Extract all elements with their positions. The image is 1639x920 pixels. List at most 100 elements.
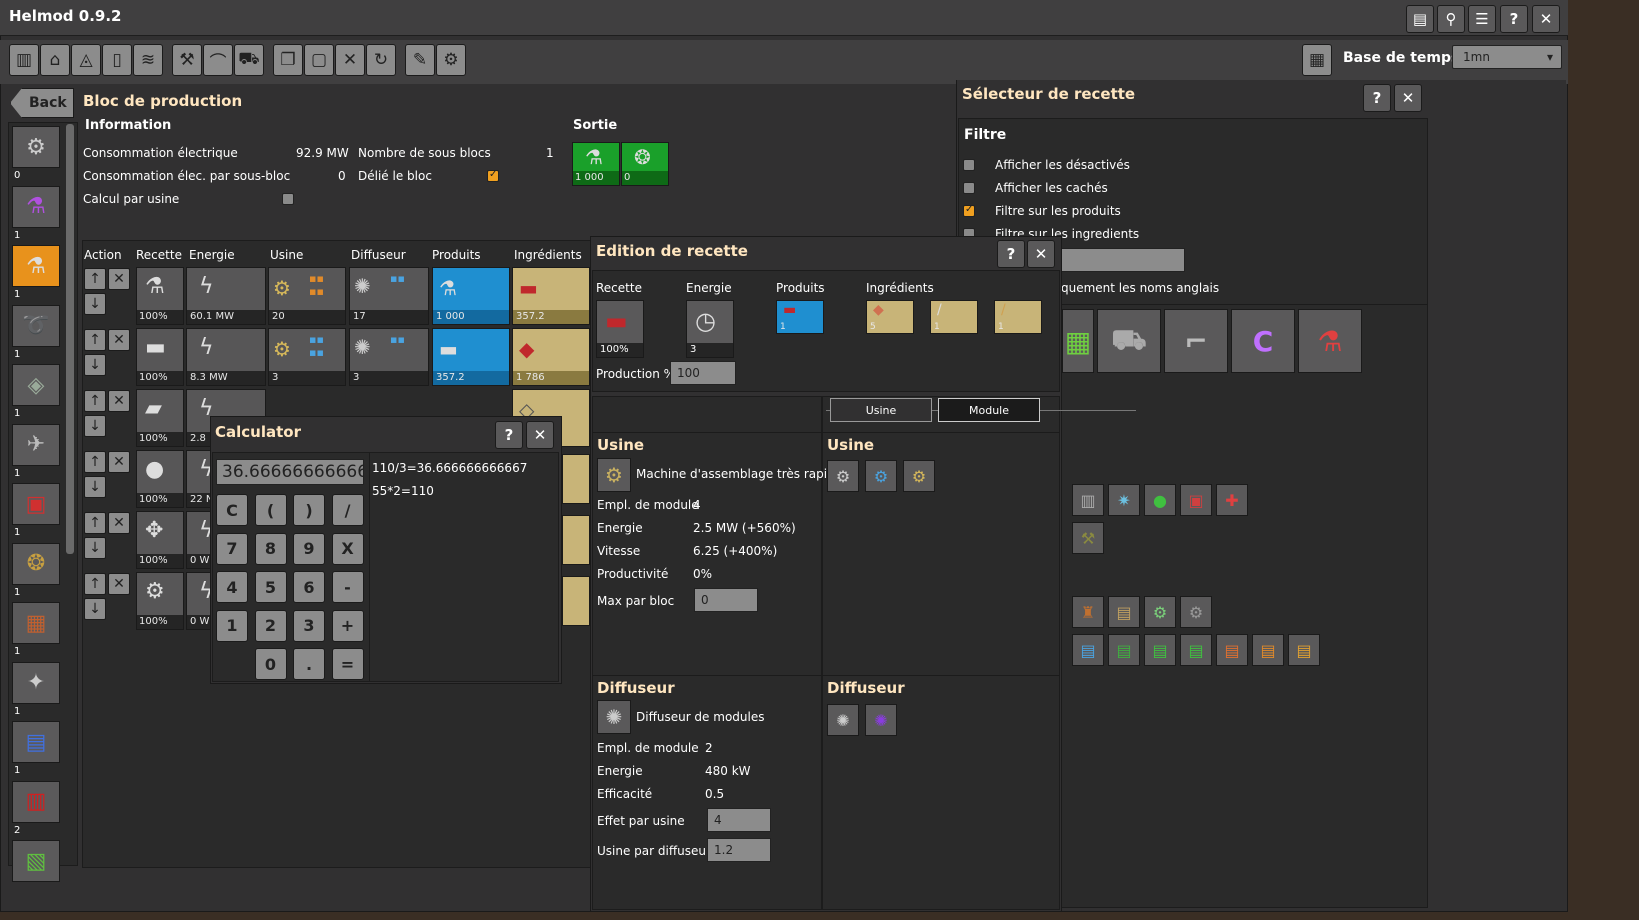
- recipe-slot[interactable]: ▬ 100%: [596, 300, 644, 358]
- chart-icon[interactable]: ▥: [9, 44, 39, 76]
- gray-gear-icon[interactable]: ⚙: [1180, 596, 1212, 628]
- sidebar-item-drone-icon[interactable]: ✦: [12, 661, 60, 704]
- row-product-cell[interactable]: ⚗ 1 000: [432, 267, 510, 325]
- row-ingredient-cell[interactable]: [562, 576, 590, 626]
- move-down-button[interactable]: ↓: [84, 354, 106, 376]
- sidebar-item-red-item-icon[interactable]: ▣: [12, 483, 60, 525]
- chest-icon[interactable]: ▤: [1108, 596, 1140, 628]
- calc-key[interactable]: .: [293, 648, 325, 680]
- window-settings-icon[interactable]: ▤: [1406, 5, 1434, 33]
- sidebar-item-green-circuit-icon[interactable]: ▧: [12, 840, 60, 882]
- filter-icon[interactable]: ⚲: [1437, 5, 1465, 33]
- calculator-close-icon[interactable]: ✕: [526, 421, 554, 449]
- remove-row-button[interactable]: ✕: [108, 573, 130, 595]
- calc-key[interactable]: =: [331, 648, 364, 680]
- calc-key[interactable]: +: [331, 609, 364, 642]
- sidebar-item-flask-active-icon[interactable]: ⚗: [12, 245, 60, 287]
- row-recipe-cell[interactable]: ⚗ 100%: [136, 267, 184, 325]
- row-ingredient-cell[interactable]: [562, 454, 590, 504]
- calc-key[interactable]: 0: [254, 648, 287, 680]
- sidebar-item-furnace-icon[interactable]: ▦: [12, 602, 60, 644]
- beacon-purple-icon[interactable]: ✺: [865, 704, 897, 736]
- sidebar-scrollbar[interactable]: [66, 124, 74, 554]
- document-icon[interactable]: ▯: [102, 44, 132, 76]
- row-beacon-cell[interactable]: ✺ ▪▪ 17: [349, 267, 429, 325]
- grid-icon[interactable]: ▥: [1072, 484, 1104, 516]
- refresh-icon[interactable]: ↻: [366, 44, 396, 76]
- filter-search-input[interactable]: [1060, 248, 1185, 272]
- move-up-button[interactable]: ↑: [84, 268, 106, 290]
- remove-row-button[interactable]: ✕: [108, 512, 130, 534]
- row-recipe-cell[interactable]: ▬ 100%: [136, 328, 184, 386]
- assembler-1-icon[interactable]: ⚙: [827, 460, 859, 492]
- delete-icon[interactable]: ✕: [335, 44, 365, 76]
- calc-key[interactable]: ): [293, 494, 325, 526]
- calc-key[interactable]: 5: [254, 571, 287, 603]
- sidebar-item-module-icon[interactable]: ◈: [12, 364, 60, 406]
- science-flasks-icon[interactable]: ⚗: [1298, 309, 1362, 373]
- factory-per-beacon-input[interactable]: 1.2: [707, 838, 771, 862]
- row-recipe-cell[interactable]: ✥ 100%: [136, 511, 184, 569]
- calc-key[interactable]: X: [331, 532, 364, 565]
- recipe-icon[interactable]: ◬: [71, 44, 101, 76]
- calc-key[interactable]: 2: [254, 609, 287, 642]
- blue-belt-icon[interactable]: ▤: [1072, 634, 1104, 666]
- graph-icon[interactable]: ≋: [133, 44, 163, 76]
- assembler-2-icon[interactable]: ⚙: [865, 460, 897, 492]
- output-slot[interactable]: ⚗ 1 000: [572, 142, 620, 186]
- ingredient-slot[interactable]: /1: [930, 300, 978, 334]
- calc-key[interactable]: 4: [216, 571, 248, 603]
- list-settings-icon[interactable]: ☰: [1468, 5, 1496, 33]
- move-up-button[interactable]: ↑: [84, 329, 106, 351]
- recipe-selector-close-icon[interactable]: ✕: [1394, 84, 1422, 112]
- row-ingredient-cell[interactable]: ▬ 357.2: [512, 267, 590, 325]
- filter-checkbox[interactable]: [963, 204, 975, 217]
- tab-usine[interactable]: Usine: [830, 398, 932, 422]
- factory-icon[interactable]: ⌂: [40, 44, 70, 76]
- red-furnace-icon[interactable]: ▣: [1180, 484, 1212, 516]
- copy-icon[interactable]: ❐: [273, 44, 303, 76]
- calc-key[interactable]: C: [216, 494, 248, 526]
- move-up-button[interactable]: ↑: [84, 512, 106, 534]
- green-belt-icon[interactable]: ▤: [1108, 634, 1140, 666]
- pumpjack-icon[interactable]: ⚒: [1072, 522, 1104, 554]
- row-ingredient-cell[interactable]: [562, 515, 590, 565]
- sidebar-item-red-circuit-icon[interactable]: ▥: [12, 780, 60, 823]
- recipe-edit-help-icon[interactable]: ?: [997, 240, 1025, 268]
- calc-key[interactable]: 3: [293, 609, 325, 642]
- remove-row-button[interactable]: ✕: [108, 268, 130, 290]
- filter-checkbox[interactable]: [963, 182, 975, 194]
- back-button[interactable]: Back: [10, 88, 74, 118]
- close-icon[interactable]: ✕: [1532, 5, 1560, 33]
- wrench-icon[interactable]: ⚒: [172, 44, 202, 76]
- beacon-icon[interactable]: ✺: [597, 700, 631, 734]
- move-down-button[interactable]: ↓: [84, 537, 106, 559]
- calc-key[interactable]: /: [331, 494, 364, 526]
- time-base-select[interactable]: 1mn ▾: [1452, 45, 1562, 69]
- education-icon[interactable]: ⌒: [203, 44, 233, 76]
- processor-icon[interactable]: C: [1231, 309, 1295, 373]
- sidebar-item-copper-coil-icon[interactable]: ➰: [12, 304, 60, 347]
- row-ingredient-cell[interactable]: ◆ 1 786: [512, 328, 590, 386]
- tank-icon[interactable]: ⛟: [1097, 309, 1161, 373]
- help-icon[interactable]: ?: [1500, 5, 1528, 33]
- green-module-icon[interactable]: ●: [1144, 484, 1176, 516]
- move-down-button[interactable]: ↓: [84, 293, 106, 315]
- pin-icon[interactable]: ✎: [405, 44, 435, 76]
- recipe-selector-help-icon[interactable]: ?: [1363, 84, 1391, 112]
- calculator-icon[interactable]: ▦: [1302, 44, 1332, 76]
- calc-key[interactable]: 1: [216, 609, 248, 642]
- turret-icon[interactable]: ✷: [1108, 484, 1140, 516]
- calc-key[interactable]: (: [254, 494, 287, 526]
- rifle-icon[interactable]: ⌐: [1164, 309, 1228, 373]
- calculator-display[interactable]: 36.666666666667: [216, 459, 364, 485]
- remove-row-button[interactable]: ✕: [108, 451, 130, 473]
- max-per-block-input[interactable]: 0: [694, 588, 758, 612]
- recipe-edit-close-icon[interactable]: ✕: [1027, 240, 1055, 268]
- sidebar-item-gear-stack-icon[interactable]: ❂: [12, 542, 60, 585]
- row-factory-cell[interactable]: ⚙ ▪▪ ▪▪ 3: [268, 328, 346, 386]
- row-factory-cell[interactable]: ⚙ ▪▪ ▪▪ 20: [268, 267, 346, 325]
- sidebar-item-blue-circuit-icon[interactable]: ▤: [12, 721, 60, 763]
- product-slot[interactable]: ▬ 1: [776, 300, 824, 334]
- unlink-checkbox[interactable]: [487, 169, 499, 182]
